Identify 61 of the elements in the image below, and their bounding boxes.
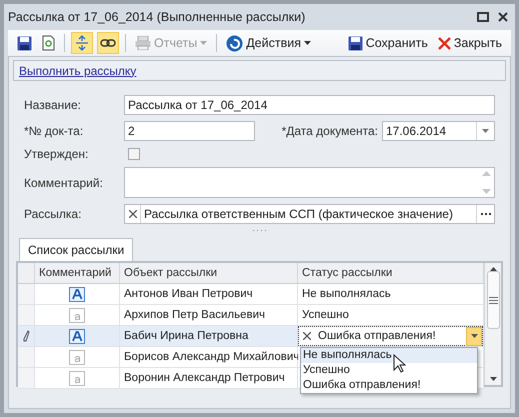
comment-icon[interactable] <box>68 328 86 344</box>
save-icon <box>348 36 363 50</box>
field-label: *№ док-та: <box>24 124 84 138</box>
window-title: Рассылка от 17_06_2014 (Выполненные рассылки) <box>8 10 306 24</box>
cursor-icon <box>393 354 406 373</box>
checkbox[interactable] <box>128 148 140 160</box>
caret-icon <box>490 377 496 381</box>
column-header[interactable]: Статус рассылки <box>298 263 484 284</box>
lookup-field[interactable]: Рассылка ответственным ССП (фактическое значение) <box>124 204 495 224</box>
caret-icon <box>470 334 478 338</box>
comment-icon[interactable] <box>68 286 86 302</box>
status-dropdown-field[interactable]: Ошибка отправления! <box>298 326 483 346</box>
field-label: Комментарий: <box>24 176 104 190</box>
expand-toggle[interactable] <box>71 32 93 54</box>
printer-icon <box>135 36 151 50</box>
maximize-icon[interactable] <box>477 11 489 23</box>
scroll-arrows-icon <box>482 169 491 196</box>
caret-icon <box>200 41 208 45</box>
pencil-icon <box>22 330 30 342</box>
date-field[interactable]: 17.06.2014 <box>382 121 495 141</box>
comment-field[interactable] <box>124 167 495 198</box>
dropdown-button[interactable] <box>466 326 482 346</box>
table-cell: Антонов Иван Петрович <box>120 284 298 305</box>
dropdown-option[interactable]: Не выполнялась <box>301 348 477 363</box>
table-cell: Борисов Александр Михайлович <box>120 347 298 368</box>
field-label: Утвержден: <box>24 147 90 161</box>
refresh-document-icon <box>42 35 55 51</box>
column-header[interactable]: Комментарий <box>35 263 120 284</box>
expand-icon <box>76 35 88 51</box>
input-field[interactable]: 2 <box>124 121 255 141</box>
row-indicator[interactable] <box>18 326 35 347</box>
clear-icon <box>303 332 311 340</box>
header-corner <box>18 263 35 284</box>
table-cell: Архипов Петр Васильевич <box>120 305 298 326</box>
close-icon <box>438 36 451 50</box>
save-icon <box>17 36 32 50</box>
link-toggle[interactable] <box>97 32 119 54</box>
tab[interactable]: Список рассылки <box>19 238 134 261</box>
actions-button[interactable]: Действия <box>223 32 314 54</box>
close-button[interactable]: Закрыть <box>434 32 505 54</box>
run-mailing-link[interactable]: Выполнить рассылку <box>19 64 136 78</box>
caret-icon <box>482 129 489 133</box>
field-label: *Дата документа: <box>282 124 378 138</box>
table-cell: Бабич Ирина Петровна <box>120 326 298 347</box>
table-cell: Воронин Александр Петрович <box>120 368 298 389</box>
dropdown-option[interactable]: Успешно <box>301 363 477 378</box>
field-label: Рассылка: <box>24 207 82 221</box>
column-header[interactable]: Объект рассылки <box>120 263 298 284</box>
grip-icon <box>488 296 498 304</box>
table-cell: Не выполнялась <box>298 284 484 305</box>
caret-icon <box>304 41 311 45</box>
table-cell: Успешно <box>298 305 484 326</box>
clear-icon <box>128 210 136 218</box>
input-field[interactable]: Рассылка от 17_06_2014 <box>124 95 495 115</box>
chain-icon <box>100 39 116 47</box>
dropdown-option[interactable]: Ошибка отправления! <box>301 378 477 393</box>
close-icon[interactable] <box>497 11 509 23</box>
save-button[interactable]: Сохранить <box>344 32 431 54</box>
scrollbar[interactable] <box>484 263 501 385</box>
field-value: Ошибка отправления! <box>318 330 436 342</box>
field-label: Название: <box>24 98 82 112</box>
